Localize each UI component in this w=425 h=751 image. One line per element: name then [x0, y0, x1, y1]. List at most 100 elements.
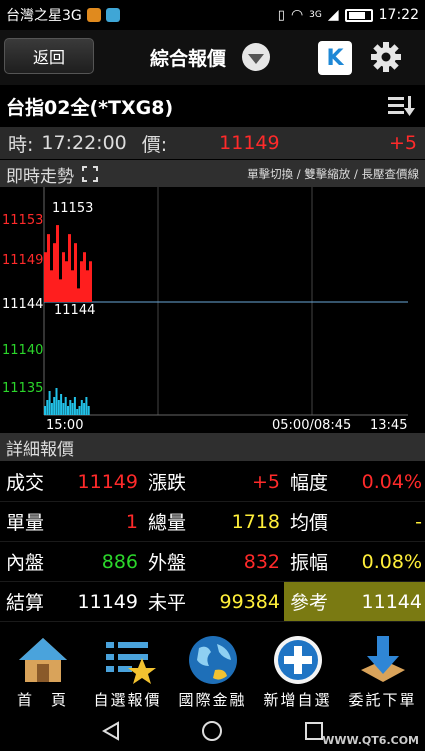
detail-cell: 幅度 0.04%: [284, 462, 425, 501]
gear-icon[interactable]: [370, 41, 402, 73]
notification-icon: [86, 8, 101, 22]
volume-bar: [67, 406, 69, 415]
volume-bar: [60, 394, 63, 415]
chevron-down-icon[interactable]: [242, 43, 270, 71]
detail-cell: 結算 11149: [0, 582, 142, 621]
detail-value: 886: [101, 550, 138, 573]
price-bar: [50, 270, 53, 302]
price-bar: [89, 261, 92, 302]
nav-order-label: 委託下單: [348, 691, 417, 709]
detail-label: 振幅: [290, 552, 329, 574]
detail-label: 漲跌: [148, 472, 187, 494]
detail-value: 1718: [231, 510, 280, 533]
nav-add-label: 新增自選: [263, 691, 332, 709]
volume-bar: [69, 400, 72, 415]
symbol-name[interactable]: 台指02全(*TXG8): [6, 93, 173, 120]
detail-row: 結算 11149 未平 99384 參考 11144: [0, 582, 425, 622]
quote-change: +5: [388, 132, 417, 154]
detail-header: 詳細報價: [0, 433, 425, 461]
detail-label: 結算: [6, 592, 45, 614]
nav-home[interactable]: 首 頁: [0, 628, 85, 710]
home-circle-icon[interactable]: [201, 720, 223, 742]
price-bar: [74, 243, 77, 302]
detail-label: 總量: [148, 512, 187, 534]
detail-label: 外盤: [148, 552, 187, 574]
detail-value: 1: [125, 510, 138, 533]
volume-bar: [76, 409, 79, 415]
chart-hint: 單擊切換 / 雙擊縮放 / 長壓查價線: [247, 167, 419, 181]
volume-bar: [46, 400, 49, 415]
quote-price: 11149: [219, 132, 280, 154]
high-price-label: 11153: [52, 201, 93, 216]
price-bar: [80, 261, 83, 302]
intraday-chart[interactable]: 11153 11149 11144 11140 11135 11153 11144 15:00…: [0, 187, 425, 433]
message-icon: [105, 8, 120, 22]
detail-value: 11149: [77, 590, 138, 613]
network-label: 3G: [309, 10, 322, 20]
volume-bar: [50, 403, 53, 415]
volume-bar: [44, 406, 46, 415]
detail-value: 0.08%: [361, 550, 422, 573]
clock-label: 17:22: [378, 7, 419, 23]
detail-cell: 成交 11149: [0, 462, 142, 501]
nav-add[interactable]: 新增自選: [255, 628, 340, 710]
app-header: 返回 綜合報價 K: [0, 30, 425, 85]
y-tick-label: 11144: [2, 297, 43, 312]
volume-bar: [48, 391, 51, 415]
price-bar: [53, 243, 56, 302]
y-tick-label: 11135: [2, 381, 43, 396]
volume-bar: [71, 403, 74, 415]
realtime-title: 即時走勢: [6, 166, 74, 187]
status-bar: 台灣之星3G ▯ ◠ 3G ◢ 17:22: [0, 0, 425, 30]
y-tick-label: 11140: [2, 343, 43, 358]
detail-label: 成交: [6, 472, 45, 494]
nav-order[interactable]: 委託下單: [340, 628, 425, 710]
detail-value: 0.04%: [361, 470, 422, 493]
volume-bar: [53, 397, 56, 415]
detail-cell: 參考 11144: [284, 582, 425, 621]
watermark-text: WWW.QT6.COM: [322, 734, 419, 747]
price-bar: [86, 270, 89, 302]
price-bar: [47, 234, 50, 302]
detail-value: 11144: [361, 590, 422, 613]
realtime-header: 即時走勢 單擊切換 / 雙擊縮放 / 長壓查價線: [0, 160, 425, 188]
expand-icon[interactable]: [82, 166, 98, 182]
detail-value: 99384: [219, 590, 280, 613]
volume-bar: [85, 397, 88, 415]
detail-row: 單量 1 總量 1718 均價 -: [0, 502, 425, 542]
price-bar: [65, 261, 68, 302]
price-bar: [59, 279, 62, 302]
detail-cell: 內盤 886: [0, 542, 142, 581]
detail-table: 成交 11149 漲跌 +5 幅度 0.04% 單量 1 總量 1718 均價 - 內盤 886 外盤 832…: [0, 462, 425, 622]
carrier-label: 台灣之星3G: [6, 8, 82, 24]
nav-global-label: 國際金融: [178, 691, 247, 709]
intraday-chart-svg[interactable]: 11153 11149 11144 11140 11135 11153 11144 15:00…: [0, 187, 425, 433]
order-icon: [360, 636, 405, 682]
nav-watchlist-label: 自選報價: [93, 691, 162, 709]
nav-watchlist[interactable]: 自選報價: [85, 628, 170, 710]
price-bar: [56, 225, 59, 302]
price-bar: [62, 252, 65, 302]
detail-cell: 均價 -: [284, 502, 425, 541]
back-triangle-icon[interactable]: [100, 720, 122, 742]
detail-cell: 振幅 0.08%: [284, 542, 425, 581]
detail-title: 詳細報價: [6, 439, 74, 460]
detail-value: 832: [243, 550, 280, 573]
detail-label: 內盤: [6, 552, 45, 574]
price-bar: [44, 252, 47, 302]
volume-bar: [57, 400, 60, 415]
x-tick-label: 15:00: [46, 418, 83, 432]
wifi-icon: ◠: [290, 7, 304, 23]
sort-icon[interactable]: [387, 94, 415, 118]
page-title[interactable]: 綜合報價: [150, 44, 226, 71]
back-button[interactable]: 返回: [4, 38, 94, 74]
price-bar: [71, 270, 74, 302]
detail-label: 均價: [290, 512, 329, 534]
watchlist-icon: [105, 642, 156, 684]
k-chart-button[interactable]: K: [318, 41, 352, 75]
volume-bar: [73, 397, 76, 415]
price-bar: [68, 234, 71, 302]
symbol-row: 台指02全(*TXG8): [0, 88, 425, 124]
battery-icon: [344, 8, 373, 22]
nav-global[interactable]: 國際金融: [170, 628, 255, 710]
